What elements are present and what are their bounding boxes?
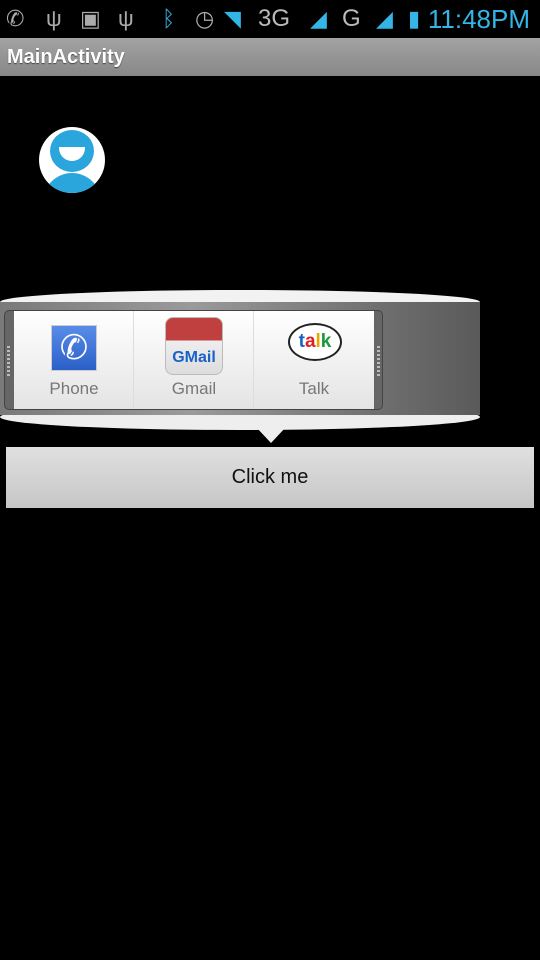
usb-icon: ψ <box>118 6 134 31</box>
share-item-talk[interactable]: talk Talk <box>254 311 374 409</box>
clock: 11:48PM <box>427 4 530 34</box>
battery-charging-icon: ▮ <box>408 6 421 31</box>
drag-handle-left[interactable] <box>7 346 10 376</box>
share-item-label: Talk <box>298 379 330 398</box>
status-bar: ✆ ψ ▣ ψ ᛒ ◷ ◥ 3G ◢ G ◢ ▮ 11:48PM <box>0 0 540 38</box>
network-type-1: 3G <box>258 5 291 32</box>
talk-icon: talk <box>288 323 342 361</box>
share-item-label: Phone <box>49 379 99 398</box>
page-title: MainActivity <box>7 46 125 68</box>
signal-icon: ◢ <box>310 6 327 31</box>
share-item-phone[interactable]: ✆ Phone <box>14 311 134 409</box>
android-debug-icon: ▣ <box>80 6 101 31</box>
popup-bar: ✆ Phone GMail Gmail talk Talk <box>0 302 480 415</box>
phone-bluetooth-icon: ✆ <box>6 6 25 31</box>
share-item-gmail[interactable]: GMail Gmail <box>134 311 254 409</box>
bluetooth-icon: ᛒ <box>162 6 176 31</box>
popup-pointer <box>256 427 286 443</box>
action-bar: MainActivity <box>0 38 540 76</box>
share-panel: ✆ Phone GMail Gmail talk Talk <box>4 310 383 410</box>
alarm-icon: ◷ <box>195 6 215 31</box>
click-me-button[interactable]: Click me <box>6 447 534 508</box>
wifi-icon: ◥ <box>224 6 241 31</box>
gmail-icon: GMail <box>165 317 223 375</box>
share-item-label: Gmail <box>171 379 217 398</box>
network-type-2: G <box>342 5 361 32</box>
phone-icon: ✆ <box>51 325 97 371</box>
signal-icon: ◢ <box>376 6 393 31</box>
usb-icon: ψ <box>46 6 62 31</box>
user-avatar-icon[interactable] <box>39 127 105 193</box>
drag-handle-right[interactable] <box>377 346 380 376</box>
